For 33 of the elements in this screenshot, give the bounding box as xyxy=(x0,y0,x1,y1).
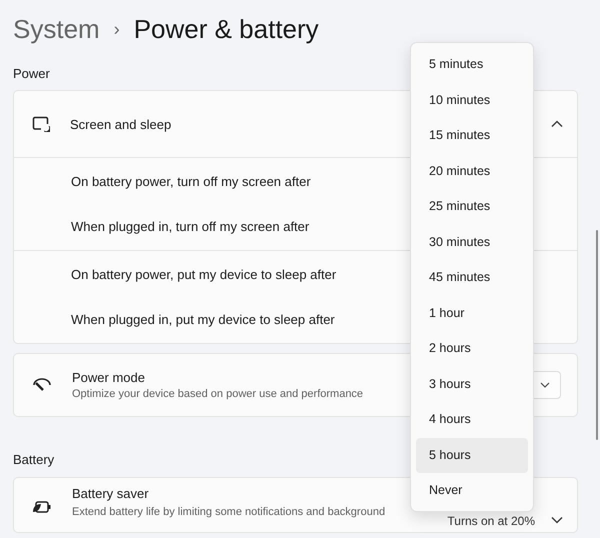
setting-label: On battery power, put my device to sleep after xyxy=(71,267,336,282)
breadcrumb-parent[interactable]: System xyxy=(13,14,100,44)
setting-title: Battery saver xyxy=(72,486,150,501)
setting-title: Screen and sleep xyxy=(70,116,172,132)
setting-label: On battery power, turn off my screen after xyxy=(71,174,311,189)
battery-leaf-icon xyxy=(32,500,52,514)
dropdown-option[interactable]: 15 minutes xyxy=(416,118,528,154)
dropdown-option[interactable]: 3 hours xyxy=(416,366,528,402)
dropdown-option[interactable]: 4 hours xyxy=(416,402,528,438)
scrollbar[interactable] xyxy=(596,230,598,440)
setting-description: Optimize your device based on power use and performance xyxy=(72,388,364,400)
section-heading: Power xyxy=(13,65,50,83)
chevron-down-icon[interactable] xyxy=(551,516,563,524)
dropdown-option[interactable]: 1 hour xyxy=(416,296,528,331)
dropdown-option[interactable]: 5 hours xyxy=(416,438,528,473)
setting-label: When plugged in, turn off my screen after xyxy=(71,219,310,234)
page-title: Power & battery xyxy=(134,14,319,44)
dropdown-option[interactable]: 25 minutes xyxy=(416,189,528,224)
status-text: Turns on at 20% xyxy=(447,514,535,528)
setting-label: When plugged in, put my device to sleep after xyxy=(71,312,335,327)
section-heading: Battery xyxy=(13,451,54,469)
chevron-down-icon xyxy=(540,382,550,388)
setting-description: Extend battery life by limiting some notifications and background xyxy=(72,506,386,518)
dropdown-option[interactable]: 45 minutes xyxy=(416,260,528,296)
dropdown-option[interactable]: 2 hours xyxy=(416,331,528,366)
chevron-up-icon[interactable] xyxy=(551,120,563,128)
screen-icon xyxy=(32,116,50,132)
dropdown-option[interactable]: 5 minutes xyxy=(416,47,528,82)
dropdown-option[interactable]: 30 minutes xyxy=(416,224,528,260)
setting-title: Power mode xyxy=(72,370,146,385)
gauge-icon xyxy=(32,377,52,393)
breadcrumb-separator: › xyxy=(114,18,120,40)
dropdown-option[interactable]: Never xyxy=(416,473,528,508)
